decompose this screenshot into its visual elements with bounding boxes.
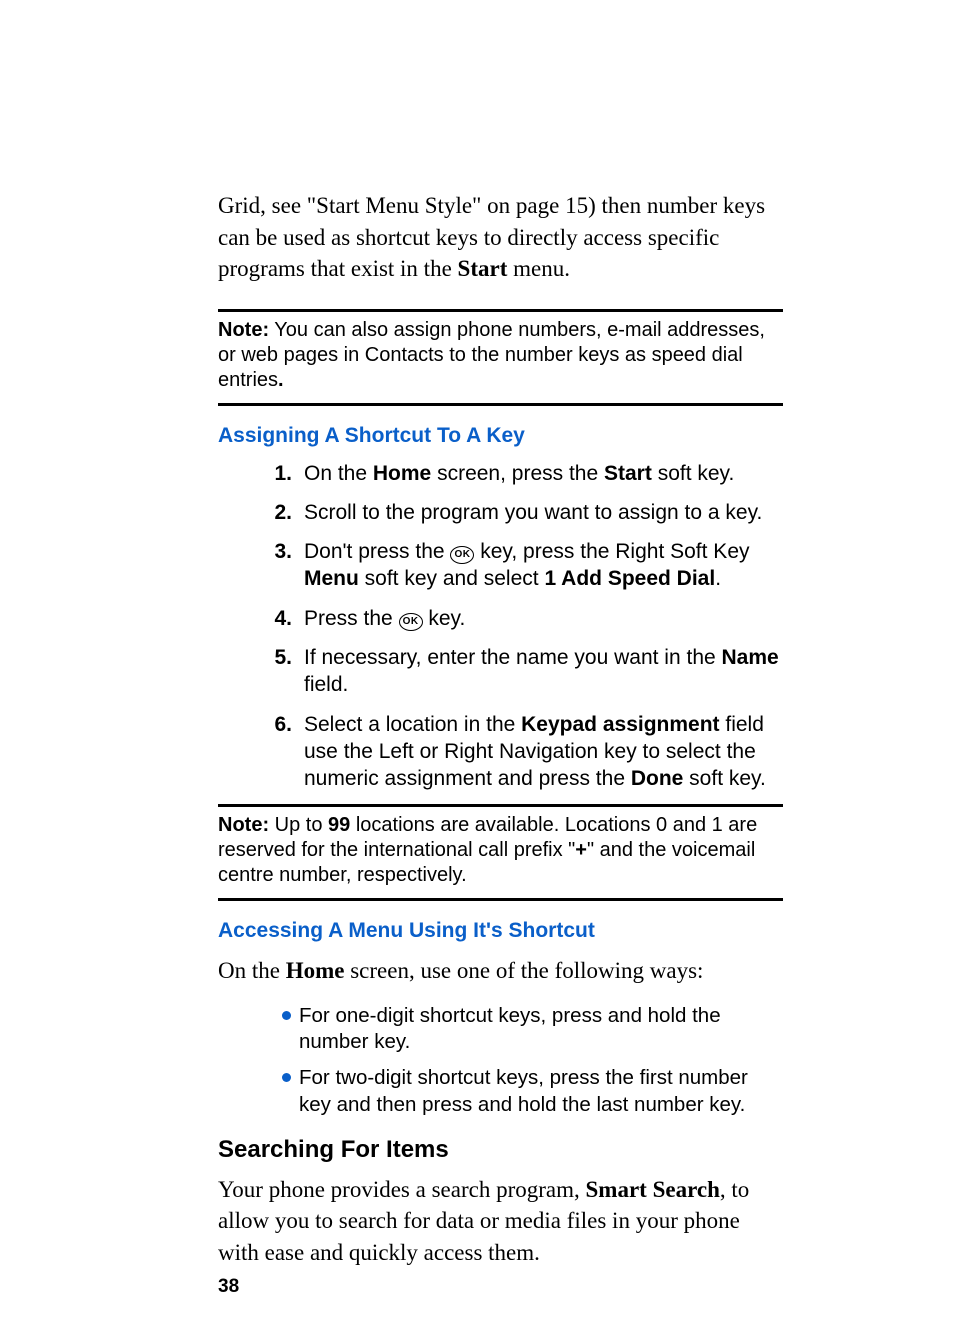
step-item: 1.On the Home screen, press the Start so… — [218, 460, 783, 487]
c-bold: Smart Search — [586, 1177, 720, 1202]
section-c-body: Your phone provides a search program, Sm… — [218, 1174, 783, 1269]
note-bold: 99 — [328, 814, 350, 836]
note-bold: + — [575, 839, 587, 861]
bullet-text: For two-digit shortcut keys, press the f… — [299, 1065, 783, 1117]
step-text: If necessary, enter the name you want in… — [304, 644, 783, 699]
step-item: 6.Select a location in the Keypad assign… — [218, 711, 783, 793]
step-span: Scroll to the program you want to assign… — [304, 501, 762, 524]
intro-post: menu. — [507, 256, 570, 281]
step-span: soft key and select — [359, 567, 545, 590]
note-span: Up to — [269, 814, 328, 836]
step-bold: Start — [604, 462, 652, 485]
bullet-text: For one-digit shortcut keys, press and h… — [299, 1003, 783, 1055]
step-item: 5.If necessary, enter the name you want … — [218, 644, 783, 699]
step-number: 6. — [218, 711, 304, 738]
step-item: 4.Press the OK key. — [218, 605, 783, 632]
subheading-assigning: Assigning A Shortcut To A Key — [218, 424, 783, 448]
lead-bold: Home — [286, 958, 345, 983]
step-span: . — [715, 567, 721, 590]
step-span: screen, press the — [431, 462, 604, 485]
ok-key-icon: OK — [399, 613, 423, 631]
page-number: 38 — [218, 1276, 783, 1298]
step-bold: Done — [631, 767, 684, 790]
intro-paragraph: Grid, see "Start Menu Style" on page 15)… — [218, 190, 783, 285]
step-item: 3.Don't press the OK key, press the Righ… — [218, 538, 783, 593]
step-bold: 1 Add Speed Dial — [544, 567, 715, 590]
step-number: 1. — [218, 460, 304, 487]
step-text: Select a location in the Keypad assignme… — [304, 711, 783, 793]
step-text: Don't press the OK key, press the Right … — [304, 538, 783, 593]
step-item: 2.Scroll to the program you want to assi… — [218, 499, 783, 526]
step-number: 3. — [218, 538, 304, 565]
rule — [218, 898, 783, 901]
section-b-lead: On the Home screen, use one of the follo… — [218, 955, 783, 987]
step-bold: Keypad assignment — [521, 713, 719, 736]
lead-post: screen, use one of the following ways: — [344, 958, 703, 983]
document-page: Grid, see "Start Menu Style" on page 15)… — [218, 190, 783, 1298]
step-text: On the Home screen, press the Start soft… — [304, 460, 783, 487]
note-text: You can also assign phone numbers, e-mai… — [218, 319, 765, 391]
lead-pre: On the — [218, 958, 286, 983]
step-span: soft key. — [683, 767, 765, 790]
note-label: Note: — [218, 319, 269, 341]
bullets-list: For one-digit shortcut keys, press and h… — [218, 1003, 783, 1118]
note-label: Note: — [218, 814, 269, 836]
step-span: Don't press the — [304, 540, 450, 563]
note-2: Note: Up to 99 locations are available. … — [218, 807, 783, 888]
step-bold: Menu — [304, 567, 359, 590]
note-end: . — [278, 369, 284, 391]
step-text: Scroll to the program you want to assign… — [304, 499, 783, 526]
intro-bold: Start — [458, 256, 508, 281]
step-span: soft key. — [652, 462, 734, 485]
step-span: Select a location in the — [304, 713, 521, 736]
ok-key-icon: OK — [450, 546, 474, 564]
step-bold: Home — [373, 462, 431, 485]
step-number: 5. — [218, 644, 304, 671]
bullet-icon — [282, 1011, 291, 1020]
step-number: 2. — [218, 499, 304, 526]
steps-list: 1.On the Home screen, press the Start so… — [218, 460, 783, 793]
step-text: Press the OK key. — [304, 605, 783, 632]
step-span: On the — [304, 462, 373, 485]
rule — [218, 403, 783, 406]
subheading-accessing: Accessing A Menu Using It's Shortcut — [218, 919, 783, 943]
step-number: 4. — [218, 605, 304, 632]
step-span: key. — [423, 607, 466, 630]
step-span: If necessary, enter the name you want in… — [304, 646, 722, 669]
bullet-item: For one-digit shortcut keys, press and h… — [218, 1003, 783, 1055]
note-1: Note: You can also assign phone numbers,… — [218, 312, 783, 393]
step-bold: Name — [722, 646, 779, 669]
c-pre: Your phone provides a search program, — [218, 1177, 586, 1202]
step-span: field. — [304, 673, 348, 696]
bullet-item: For two-digit shortcut keys, press the f… — [218, 1065, 783, 1117]
step-span: key, press the Right Soft Key — [474, 540, 749, 563]
heading-searching: Searching For Items — [218, 1136, 783, 1164]
bullet-icon — [282, 1073, 291, 1082]
step-span: Press the — [304, 607, 399, 630]
